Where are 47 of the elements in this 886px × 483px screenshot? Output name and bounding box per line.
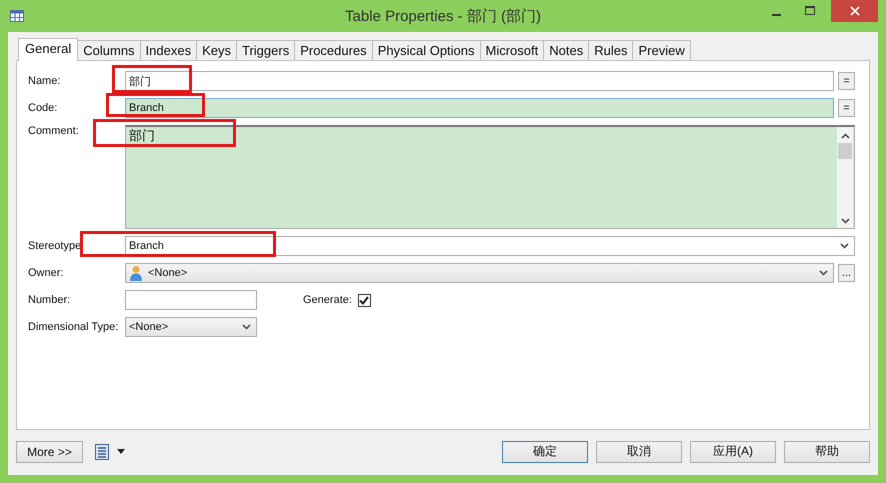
checkbox[interactable]: [358, 294, 371, 306]
maximize-icon: [805, 6, 815, 16]
chevron-down-icon: [840, 218, 850, 224]
caret-down-icon: [117, 449, 125, 454]
tab[interactable]: Keys: [196, 40, 237, 60]
close-button[interactable]: [831, 0, 878, 22]
dialog-button[interactable]: 取消: [596, 440, 682, 462]
close-icon: [850, 6, 860, 16]
tab[interactable]: General: [18, 38, 78, 61]
checkmark-icon: [359, 296, 370, 304]
field-label: Dimensional Type:: [28, 321, 120, 333]
field-label: Comment:: [28, 125, 80, 137]
minimize-icon: [772, 14, 780, 16]
tab[interactable]: Preview: [632, 40, 691, 60]
dropdown[interactable]: <None>: [125, 263, 834, 283]
field-label: Code:: [28, 102, 58, 114]
text-field[interactable]: Branch: [125, 98, 834, 118]
dialog-button[interactable]: 帮助: [784, 440, 870, 462]
tab[interactable]: Physical Options: [372, 40, 481, 60]
toolbar-dropdown-button[interactable]: [95, 444, 125, 460]
field-label: Number:: [28, 294, 72, 306]
field-label: Name:: [28, 75, 62, 87]
scrollbar[interactable]: [837, 127, 853, 228]
dropdown[interactable]: Branch: [125, 236, 855, 256]
dropdown[interactable]: <None>: [125, 317, 257, 337]
chevron-down-icon: [840, 243, 849, 249]
table-icon: [10, 10, 24, 22]
tab[interactable]: Triggers: [236, 40, 296, 60]
chevron-up-icon: [840, 133, 850, 139]
text-field[interactable]: 部门: [125, 71, 834, 91]
field-label: Owner:: [28, 267, 64, 279]
window-title: Table Properties - 部门 (部门): [345, 7, 541, 26]
user-icon: [129, 265, 143, 281]
dialog-button[interactable]: 应用(A): [690, 440, 776, 462]
number-field[interactable]: [125, 290, 257, 310]
small-button[interactable]: =: [838, 99, 855, 117]
scrollbar-thumb[interactable]: [838, 143, 852, 159]
more-button[interactable]: More >>: [16, 440, 83, 462]
dialog-button[interactable]: 确定: [502, 440, 588, 462]
field-label: Stereotype: [28, 240, 82, 252]
comment-field[interactable]: 部门: [125, 125, 855, 229]
field-label: Generate:: [303, 294, 352, 306]
chevron-down-icon: [242, 324, 251, 330]
chevron-down-icon: [819, 270, 828, 276]
small-button[interactable]: =: [838, 72, 855, 90]
small-button[interactable]: ...: [838, 264, 855, 282]
list-icon: [95, 444, 109, 460]
